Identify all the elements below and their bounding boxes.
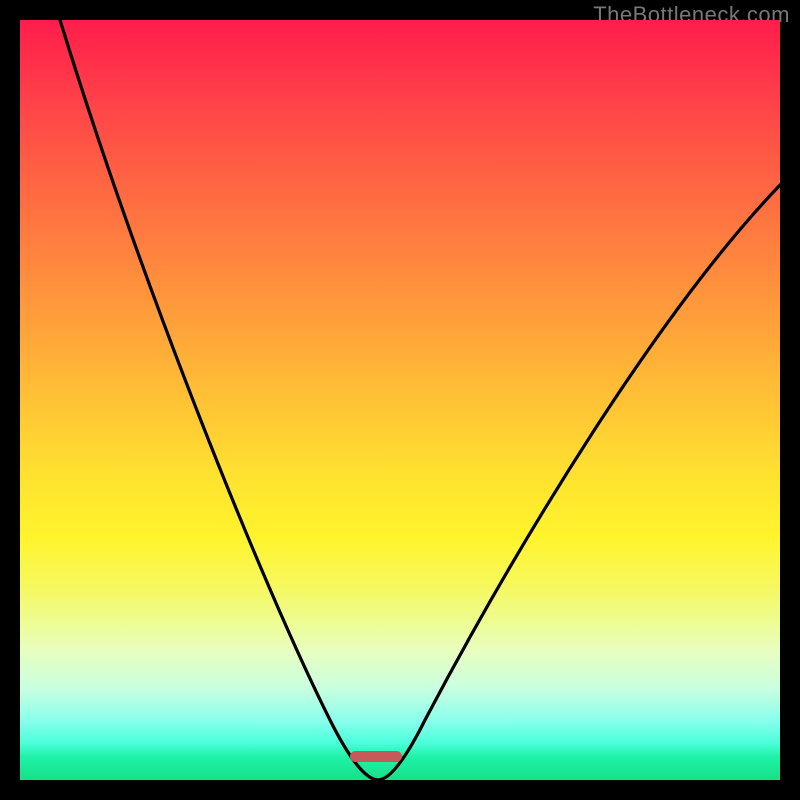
bottleneck-curve	[20, 20, 780, 780]
curve-path	[60, 20, 780, 780]
chart-area	[20, 20, 780, 780]
optimal-range-marker	[350, 751, 402, 762]
